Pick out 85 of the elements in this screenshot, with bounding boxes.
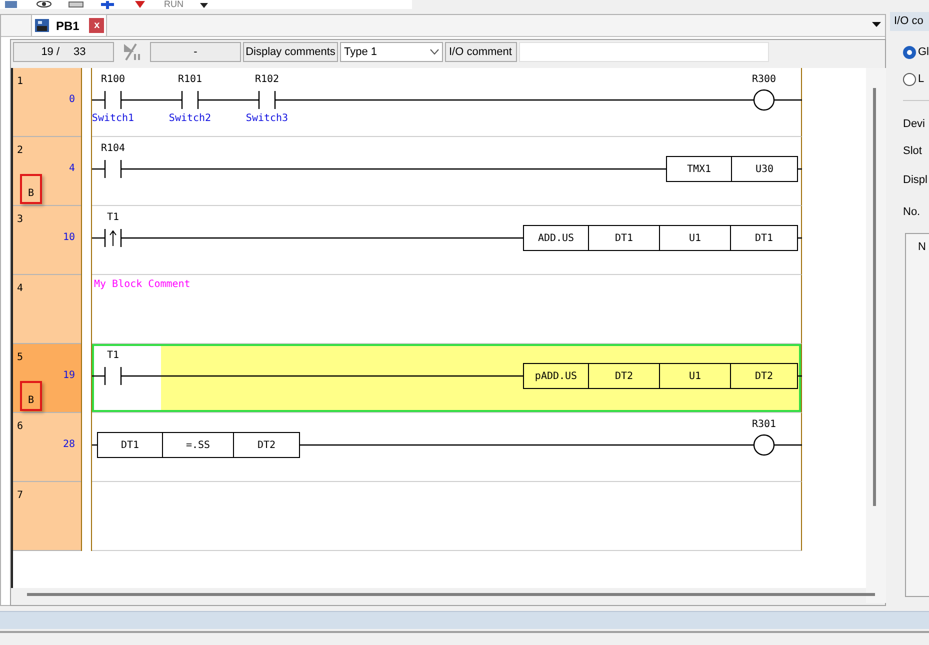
instruction-cell: DT2 <box>589 363 660 389</box>
io-list[interactable]: N <box>905 233 929 597</box>
device-comment: Switch2 <box>168 112 212 126</box>
line-number: 5 <box>17 351 24 365</box>
bookmark-marker: B <box>20 381 42 411</box>
contact <box>104 367 122 385</box>
step-number: 19 <box>62 369 75 383</box>
instruction-cell: ADD.US <box>523 225 589 251</box>
device-label: R101 <box>176 73 204 87</box>
dropdown-arrow-icon[interactable] <box>872 22 881 28</box>
eye-icon[interactable] <box>36 1 52 9</box>
device-label: R102 <box>254 73 280 87</box>
rung-gutter[interactable]: 5 19 B <box>13 344 81 413</box>
step-number: 28 <box>62 438 75 452</box>
instruction-cell: TMX1 <box>666 156 732 182</box>
step-total: 33 <box>74 44 86 60</box>
line-number: 4 <box>17 282 24 296</box>
device-label: T1 <box>106 349 120 363</box>
line-number: 6 <box>17 420 24 434</box>
rising-edge-contact <box>104 229 122 247</box>
field-label: Slot <box>903 144 922 159</box>
output-coil <box>753 434 775 456</box>
rung-gutter[interactable]: 4 <box>13 275 81 344</box>
step-number: 4 <box>68 162 75 176</box>
type-dropdown[interactable]: Type 1 <box>340 42 443 62</box>
instruction-cell: DT2 <box>731 363 798 389</box>
field-label: Devi <box>903 117 926 132</box>
scope-radio[interactable]: Gl <box>903 44 929 60</box>
rung-gutter[interactable]: 7 <box>13 482 81 551</box>
column-header: N <box>918 240 926 255</box>
instruction-cell: U1 <box>660 225 731 251</box>
rung-gutter[interactable]: 1 0 <box>13 68 81 137</box>
line-number: 7 <box>17 489 24 503</box>
instruction-cell: U30 <box>732 156 798 182</box>
contact <box>104 160 122 178</box>
vertical-scrollbar[interactable] <box>873 88 876 506</box>
step-position: 19 / <box>41 44 60 60</box>
device-label: R104 <box>100 142 126 156</box>
io-comment-field[interactable] <box>519 42 769 62</box>
bookmark-marker: B <box>20 174 42 204</box>
block-comment: My Block Comment <box>94 278 190 292</box>
caret-icon[interactable] <box>200 3 208 9</box>
instruction-cell: DT1 <box>731 225 798 251</box>
editor-tab[interactable]: PB1 x <box>31 14 107 36</box>
compare-cell: =.SS <box>163 432 234 458</box>
program-icon <box>34 18 50 33</box>
line-number: 1 <box>17 75 24 89</box>
rung-gutter[interactable]: 2 4 B <box>13 137 81 206</box>
panel-title: I/O co <box>890 12 929 31</box>
instruction-cell: U1 <box>660 363 731 389</box>
device-comment: Switch1 <box>90 112 136 126</box>
device-label: R100 <box>100 73 126 87</box>
device-label: R300 <box>750 73 778 87</box>
horizontal-scrollbar[interactable] <box>27 593 875 596</box>
field-label: Displ <box>903 173 928 188</box>
step-number: 0 <box>68 93 75 107</box>
close-button[interactable]: x <box>89 18 104 33</box>
status-field: - <box>150 42 241 62</box>
plus-icon[interactable] <box>100 1 116 9</box>
step-number: 10 <box>62 231 75 245</box>
rung-gutter[interactable]: 6 28 <box>13 413 81 482</box>
window-icon[interactable] <box>4 1 20 9</box>
instruction-cell: DT1 <box>589 225 660 251</box>
tab-label: PB1 <box>56 18 80 34</box>
grid-icon[interactable] <box>68 1 84 9</box>
scope-radio[interactable]: L <box>903 71 924 88</box>
device-label: T1 <box>106 211 120 225</box>
contact <box>258 91 276 109</box>
display-comments-label: Display comments <box>243 42 338 62</box>
run-button[interactable]: RUN <box>164 0 184 9</box>
contact <box>104 91 122 109</box>
device-comment: Switch3 <box>244 112 290 126</box>
field-label: No. <box>903 205 920 220</box>
compare-cell: DT1 <box>97 432 163 458</box>
arrow-down-icon[interactable] <box>132 1 148 9</box>
output-coil <box>753 89 775 111</box>
line-number: 3 <box>17 213 24 227</box>
io-comment-label: I/O comment <box>445 42 517 62</box>
instruction-cell: pADD.US <box>523 363 589 389</box>
rung-gutter[interactable]: 3 10 <box>13 206 81 275</box>
line-number: 2 <box>17 144 24 158</box>
device-label: R301 <box>750 418 778 432</box>
chevron-down-icon <box>430 49 439 55</box>
contact <box>181 91 199 109</box>
compare-cell: DT2 <box>234 432 300 458</box>
